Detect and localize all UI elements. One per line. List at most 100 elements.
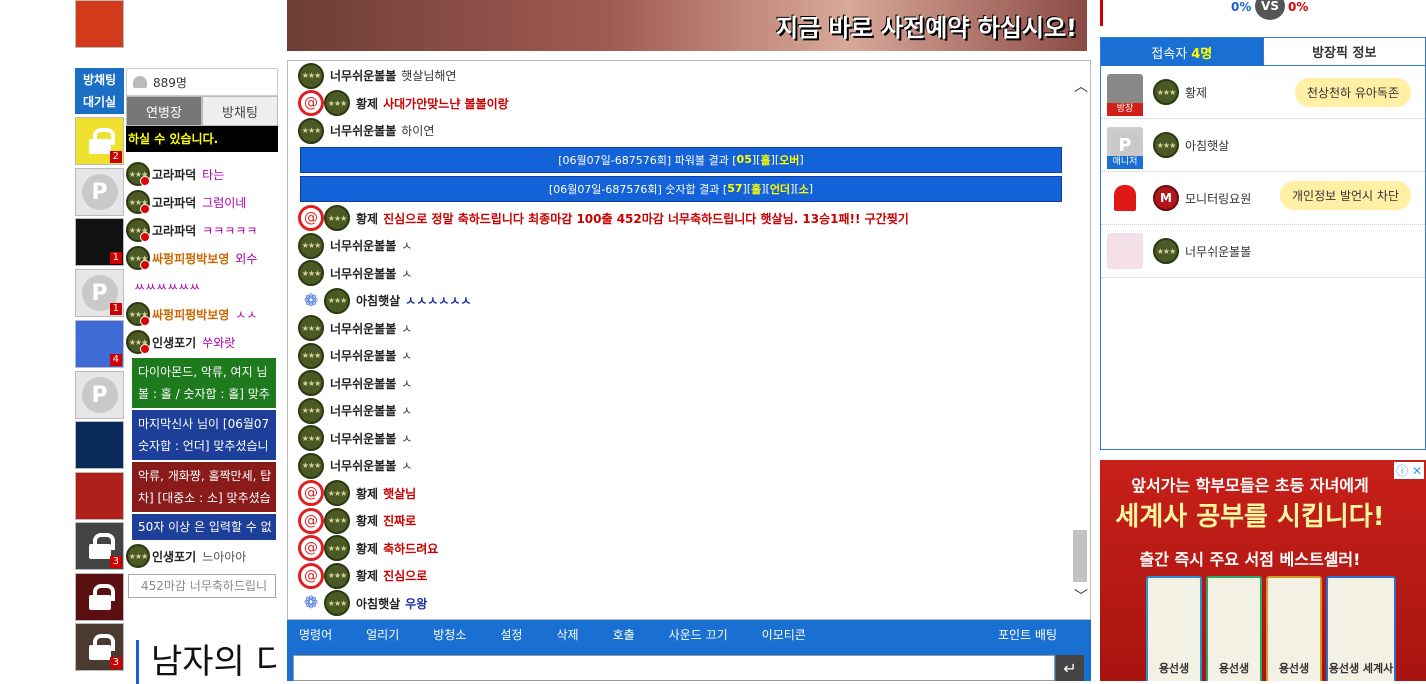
- chat-nick[interactable]: 너무쉬운볼볼: [330, 430, 396, 447]
- avatar: [1107, 233, 1143, 269]
- user-row[interactable]: M 모니터링요원 개인정보 발언시 차단: [1101, 172, 1425, 225]
- chat-row: ★★★ 너무쉬운볼볼 ㅅ: [298, 425, 1062, 453]
- spiral-rank-icon: @: [298, 507, 324, 534]
- ad-line-1: 앞서가는 학부모들은 초등 자녀에게: [1131, 476, 1369, 495]
- rank-emblem-icon: ★★★: [126, 218, 150, 242]
- promo-banner[interactable]: 지금 바로 사전예약 하십시오!: [287, 0, 1087, 51]
- avatar: 방장: [1107, 74, 1143, 116]
- rank-emblem-icon: ★★★: [1153, 238, 1179, 264]
- point-bet-button[interactable]: 포인트 배팅: [998, 626, 1057, 643]
- rank-emblem-icon: ★★★: [324, 287, 350, 314]
- spiral-rank-icon: @: [298, 480, 324, 507]
- lock-icon: [88, 584, 115, 610]
- room-thumbnail-column: 방채팅 대기실 2P1P14P33: [75, 0, 125, 681]
- chat-nick[interactable]: 너무쉬운볼볼: [330, 265, 396, 282]
- chat-nick[interactable]: 너무쉬운볼볼: [330, 67, 396, 84]
- result-text: ]: [808, 182, 814, 195]
- left-chat-nick[interactable]: 인생포기: [152, 334, 196, 351]
- room-thumb[interactable]: 1: [75, 218, 124, 266]
- left-chat-spacer: [126, 152, 278, 160]
- chat-nick[interactable]: 너무쉬운볼볼: [330, 237, 396, 254]
- menu-item[interactable]: 사운드 끄기: [669, 626, 728, 643]
- chat-nick[interactable]: 너무쉬운볼볼: [330, 320, 396, 337]
- left-chat-nick[interactable]: 싸펑피펑박보영: [152, 306, 229, 323]
- chat-scrollbar[interactable]: ︿ ﹀: [1071, 62, 1089, 618]
- left-chat-nick[interactable]: 고라파덕: [152, 166, 196, 183]
- tab-room-chat[interactable]: 방채팅: [202, 96, 278, 126]
- user-row[interactable]: ★★★ 너무쉬운볼볼: [1101, 225, 1425, 278]
- left-chat-row: ★★★ 싸펑피펑박보영 ㅅㅅ: [126, 300, 278, 328]
- room-thumb[interactable]: [75, 472, 124, 520]
- result-text: 소: [798, 182, 809, 196]
- left-chat-nick[interactable]: 고라파덕: [152, 194, 196, 211]
- chat-nick[interactable]: 너무쉬운볼볼: [330, 347, 396, 364]
- rank-emblem-icon: ★★★: [298, 315, 324, 342]
- chat-nick[interactable]: 아침햇살: [356, 595, 400, 612]
- tab-barracks[interactable]: 연병장: [126, 96, 202, 126]
- room-thumb[interactable]: [75, 421, 124, 469]
- flower-rank-icon: ❁: [298, 287, 324, 314]
- tab-users-count: 4명: [1191, 46, 1213, 62]
- menu-item[interactable]: 방청소: [433, 626, 466, 643]
- spiral-rank-icon: @: [298, 535, 324, 562]
- left-chat-msg: ㅋㅋㅋㅋㅋ: [202, 223, 258, 238]
- menu-item[interactable]: 설정: [500, 626, 522, 643]
- ad-banner[interactable]: ⓘ ✕ 앞서가는 학부모들은 초등 자녀에게 세계사 공부를 시킵니다! 출간 …: [1100, 460, 1426, 681]
- enter-icon[interactable]: ↵: [1056, 655, 1084, 681]
- result-text: 홀: [751, 182, 762, 196]
- chat-nick[interactable]: 너무쉬운볼볼: [330, 122, 396, 139]
- chat-message: ㅅㅅㅅㅅㅅㅅ: [405, 294, 472, 309]
- rank-emblem-icon: ★★★: [324, 205, 350, 232]
- chat-row: ★★★ 너무쉬운볼볼 ㅅ: [298, 397, 1062, 425]
- chat-nick[interactable]: 너무쉬운볼볼: [330, 375, 396, 392]
- room-thumb[interactable]: 4: [75, 320, 124, 368]
- scrollbar-thumb[interactable]: [1073, 530, 1087, 582]
- left-chat-msg: 느아아아: [202, 549, 247, 564]
- chat-nick[interactable]: 너무쉬운볼볼: [330, 457, 396, 474]
- chat-nick[interactable]: 황제: [356, 485, 378, 502]
- left-chat-row: ★★★ 싸펑피펑박보영 외수: [126, 244, 278, 272]
- waitroom-button[interactable]: 방채팅 대기실: [75, 68, 124, 114]
- chat-nick[interactable]: 황제: [356, 512, 378, 529]
- menu-item[interactable]: 얼리기: [366, 626, 399, 643]
- ad-book-title: 용선생: [1218, 662, 1250, 675]
- left-chat-nick[interactable]: 인생포기: [152, 548, 196, 565]
- menu-item[interactable]: 이모티콘: [762, 626, 806, 643]
- chat-nick[interactable]: 황제: [356, 567, 378, 584]
- chat-input[interactable]: [293, 655, 1055, 681]
- tab-users[interactable]: 접속자 4명: [1101, 38, 1263, 66]
- chat-row: ★★★ 너무쉬운볼볼 ㅅ: [298, 260, 1062, 288]
- scroll-up-arrow-icon[interactable]: ︿: [1074, 76, 1088, 96]
- left-chat-input[interactable]: 452마감 너무축하드립니: [128, 574, 276, 598]
- room-thumb[interactable]: P: [75, 168, 124, 216]
- scroll-down-arrow-icon[interactable]: ﹀: [1074, 586, 1088, 606]
- room-thumb[interactable]: 3: [75, 522, 124, 570]
- rank-emblem-icon: ★★★: [324, 535, 350, 562]
- chat-row: ★★★ 너무쉬운볼볼 햇살님해연: [298, 62, 1062, 90]
- room-thumb-top[interactable]: [75, 0, 124, 48]
- system-result-bar: [06월07일-687576회] 숫자합 결과 [57][홀][언더][소]: [300, 175, 1062, 202]
- user-row[interactable]: P 매니저 ★★★ 아침햇살: [1101, 119, 1425, 172]
- menu-item[interactable]: 호출: [613, 626, 635, 643]
- chat-row: @ ★★★ 황제 진짜로: [298, 507, 1062, 535]
- chat-nick[interactable]: 황제: [356, 210, 378, 227]
- left-chat-msg: 타는: [202, 167, 225, 182]
- chat-nick[interactable]: 황제: [356, 95, 378, 112]
- chat-message: 진짜로: [383, 514, 417, 529]
- room-thumb[interactable]: [75, 573, 124, 621]
- menu-item[interactable]: 삭제: [556, 626, 578, 643]
- room-thumb[interactable]: 2: [75, 117, 124, 165]
- room-user-count: 3: [109, 657, 122, 669]
- left-chat-nick[interactable]: 싸펑피펑박보영: [152, 250, 229, 267]
- tab-host-pick-info[interactable]: 방장픽 정보: [1262, 38, 1425, 66]
- chat-nick[interactable]: 황제: [356, 540, 378, 557]
- room-thumb[interactable]: 3: [75, 623, 124, 671]
- room-thumb[interactable]: P1: [75, 269, 124, 317]
- room-user-count: 4: [109, 354, 122, 366]
- user-row[interactable]: 방장 ★★★ 황제 천상천하 유아독존: [1101, 66, 1425, 119]
- chat-nick[interactable]: 너무쉬운볼볼: [330, 402, 396, 419]
- chat-nick[interactable]: 아침햇살: [356, 292, 400, 309]
- left-chat-nick[interactable]: 고라파덕: [152, 222, 196, 239]
- menu-item[interactable]: 명령어: [299, 626, 332, 643]
- room-thumb[interactable]: P: [75, 371, 124, 419]
